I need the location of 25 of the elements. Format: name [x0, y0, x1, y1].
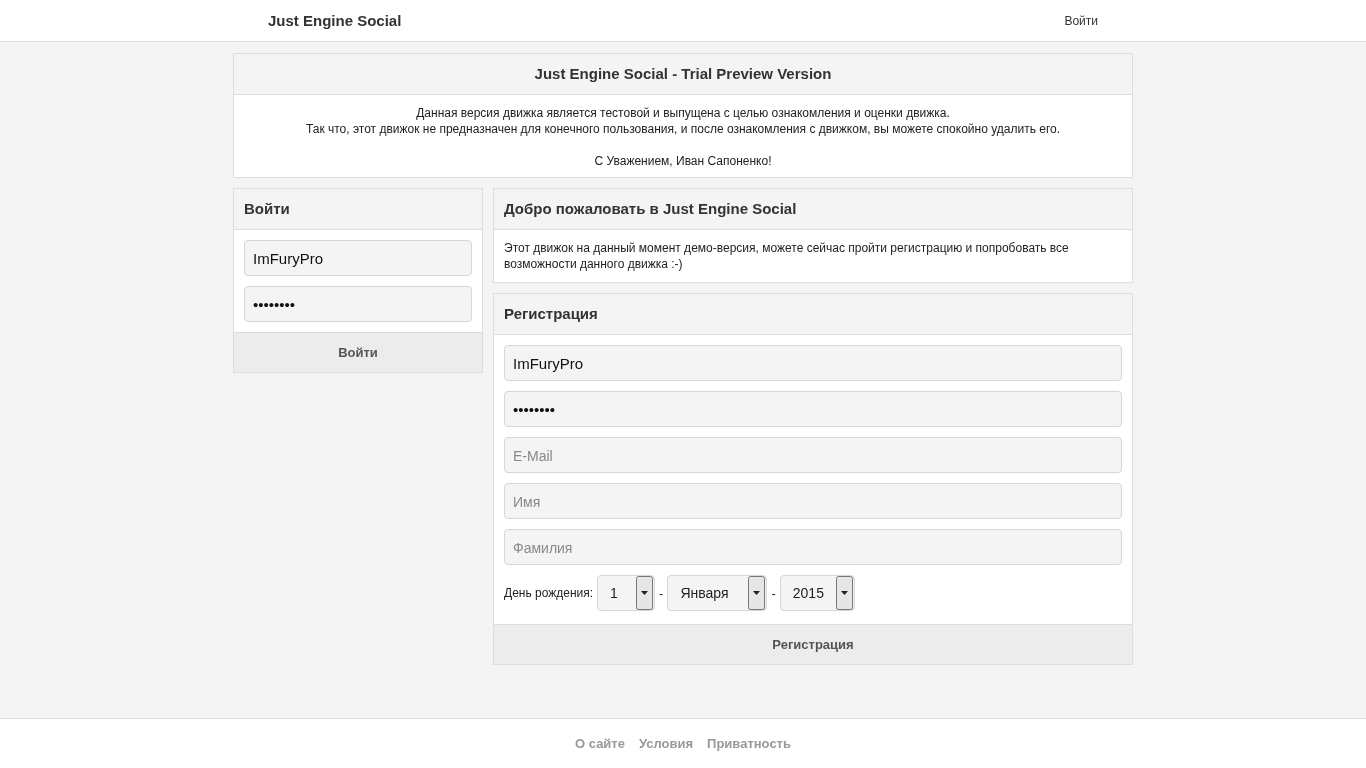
input-field[interactable]: •••••••• [504, 391, 1122, 427]
date-separator: - [659, 585, 664, 601]
login-title: Войти [234, 189, 482, 230]
login-button[interactable]: Войти [234, 332, 482, 372]
register-title: Регистрация [494, 294, 1132, 335]
register-button[interactable]: Регистрация [494, 624, 1132, 664]
input-field[interactable]: •••••••• [244, 286, 472, 322]
input-field[interactable]: Фамилия [504, 529, 1122, 565]
site-title[interactable]: Just Engine Social [268, 12, 402, 29]
dropdown-select[interactable]: Января [667, 575, 768, 611]
birthday-label: День рождения: [504, 586, 594, 600]
input-field[interactable]: E-Mail [504, 437, 1122, 473]
welcome-text: Этот движок на данный момент демо-версия, можете сейчас пройти регистрацию и попробовать все возможности данного движка :-) [503, 240, 1070, 273]
input-field[interactable]: ImFuryPro [504, 345, 1122, 381]
notice-title: Just Engine Social - Trial Preview Version [234, 54, 1132, 95]
signature-text: С Уважением, Иван Сапоненко! [593, 153, 773, 169]
welcome-title: Добро пожаловать в Just Engine Social [494, 189, 1132, 230]
dropdown-select[interactable]: 1 [597, 575, 656, 611]
input-field[interactable]: Имя [504, 483, 1122, 519]
dropdown-select[interactable]: 2015 [779, 575, 855, 611]
login-link[interactable]: Войти [1064, 13, 1098, 28]
notice-text: Данная версия движка является тестовой и выпущена с целью ознакомления и оценки движка. [415, 105, 951, 121]
date-separator: - [771, 585, 776, 601]
notice-text: Так что, этот движок не предназначен для конечного пользования, и после ознакомления с движком, вы можете спокойно удалить его. [304, 121, 1062, 137]
input-field[interactable]: ImFuryPro [244, 240, 472, 276]
